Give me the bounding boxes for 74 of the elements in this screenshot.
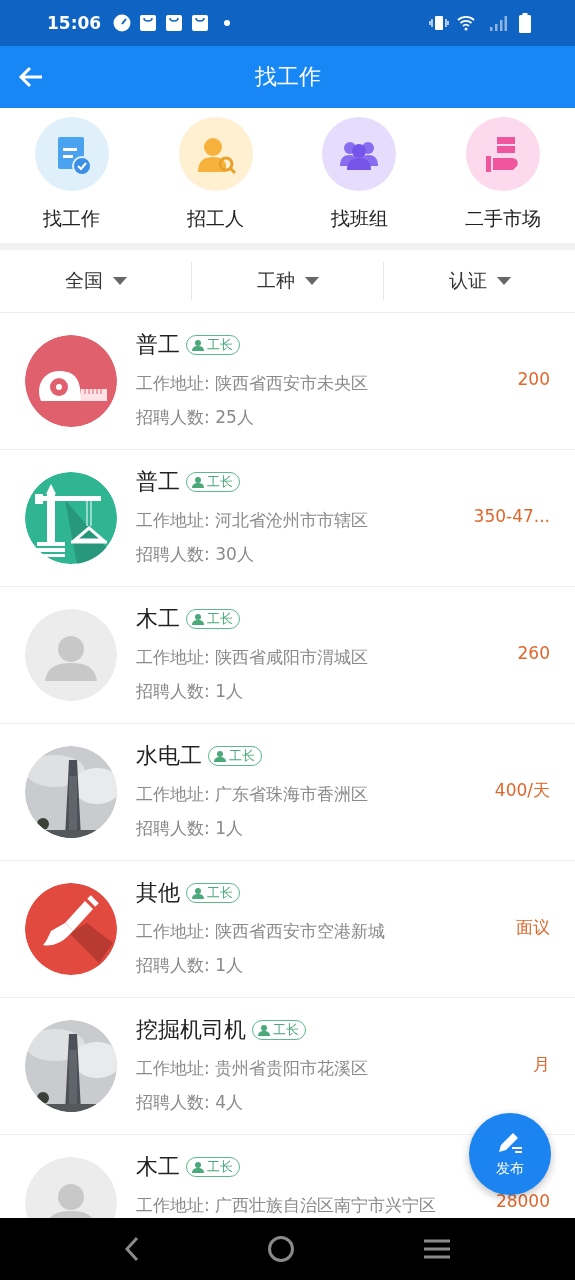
worker-icon <box>191 886 205 900</box>
category-button[interactable]: 二手市场 <box>431 108 575 243</box>
bag-icon <box>139 14 158 32</box>
group-icon <box>321 116 398 192</box>
pencil-icon <box>496 1130 524 1156</box>
filter-dropdown[interactable]: 工种 <box>252 262 323 300</box>
menu-icon <box>423 1238 452 1260</box>
tag-label: 工长 <box>207 336 233 354</box>
headcount: 招聘人数: 1人 <box>136 681 244 701</box>
tag-label: 工长 <box>273 1021 299 1039</box>
back-icon <box>123 1236 140 1262</box>
battery-icon <box>519 13 531 33</box>
clock: 15:06 <box>47 13 102 33</box>
dot-icon <box>223 19 232 27</box>
salary: 400/天 <box>494 780 550 800</box>
work-address: 工作地址: 陕西省西安市未央区 <box>136 373 370 393</box>
tag-label: 工长 <box>229 747 255 765</box>
headcount: 招聘人数: 1人 <box>136 818 244 838</box>
worker-icon <box>213 749 227 763</box>
paintbrush-icon <box>25 883 117 975</box>
worker-icon <box>191 475 205 489</box>
salary: 月 <box>533 1054 550 1074</box>
person-search-icon <box>177 116 254 192</box>
work-address: 工作地址: 广西壮族自治区南宁市兴宁区 <box>136 1195 438 1215</box>
worker-icon <box>257 1023 271 1037</box>
caret-icon <box>112 277 127 285</box>
signal-icon <box>489 15 507 31</box>
job-title: 普工 <box>136 468 180 496</box>
tape-measure-icon <box>25 335 117 427</box>
salary: 面议 <box>516 917 550 937</box>
tag-label: 工长 <box>207 1158 233 1176</box>
gauge-icon <box>113 14 132 32</box>
caret-icon <box>496 277 511 285</box>
headcount: 招聘人数: 1人 <box>136 955 244 975</box>
back-arrow-icon <box>18 65 44 89</box>
worker-icon <box>191 1160 205 1174</box>
headcount: 招聘人数: 4人 <box>136 1092 244 1112</box>
tag-label: 工长 <box>207 884 233 902</box>
work-address: 工作地址: 河北省沧州市市辖区 <box>136 510 370 530</box>
salary: 260 <box>517 643 550 663</box>
category-button[interactable]: 找班组 <box>287 108 432 243</box>
category-button[interactable]: 找工作 <box>0 108 144 243</box>
category-button[interactable]: 招工人 <box>143 108 288 243</box>
home-icon <box>267 1235 296 1263</box>
work-address: 工作地址: 陕西省咸阳市渭城区 <box>136 647 370 667</box>
avatar-icon <box>25 609 117 701</box>
bag-icon <box>165 14 184 32</box>
bag-icon <box>191 14 210 32</box>
document-check-icon <box>33 116 110 192</box>
job-title: 挖掘机司机 <box>136 1016 246 1044</box>
tag-label: 工长 <box>207 473 233 491</box>
filter-dropdown[interactable]: 全国 <box>60 262 131 300</box>
filter-dropdown[interactable]: 认证 <box>444 262 515 300</box>
headcount: 招聘人数: 30人 <box>136 544 255 564</box>
caret-icon <box>304 277 319 285</box>
job-title: 普工 <box>136 331 180 359</box>
wifi-icon <box>457 15 475 31</box>
vibrate-icon <box>429 15 449 31</box>
work-address: 工作地址: 陕西省西安市空港新城 <box>136 921 387 941</box>
work-address: 工作地址: 贵州省贵阳市花溪区 <box>136 1058 370 1078</box>
salary: 200 <box>517 369 550 389</box>
work-address: 工作地址: 广东省珠海市香洲区 <box>136 784 370 804</box>
salary: 350-47... <box>473 506 550 526</box>
headcount: 招聘人数: 25人 <box>136 407 255 427</box>
crane-icon <box>25 472 117 564</box>
job-title: 木工 <box>136 605 180 633</box>
hand-boxes-icon <box>465 116 542 192</box>
worker-icon <box>191 612 205 626</box>
job-title: 其他 <box>136 879 180 907</box>
job-title: 水电工 <box>136 742 202 770</box>
job-title: 木工 <box>136 1153 180 1181</box>
tag-label: 工长 <box>207 610 233 628</box>
worker-icon <box>191 338 205 352</box>
page-title: 找工作 <box>254 63 321 91</box>
